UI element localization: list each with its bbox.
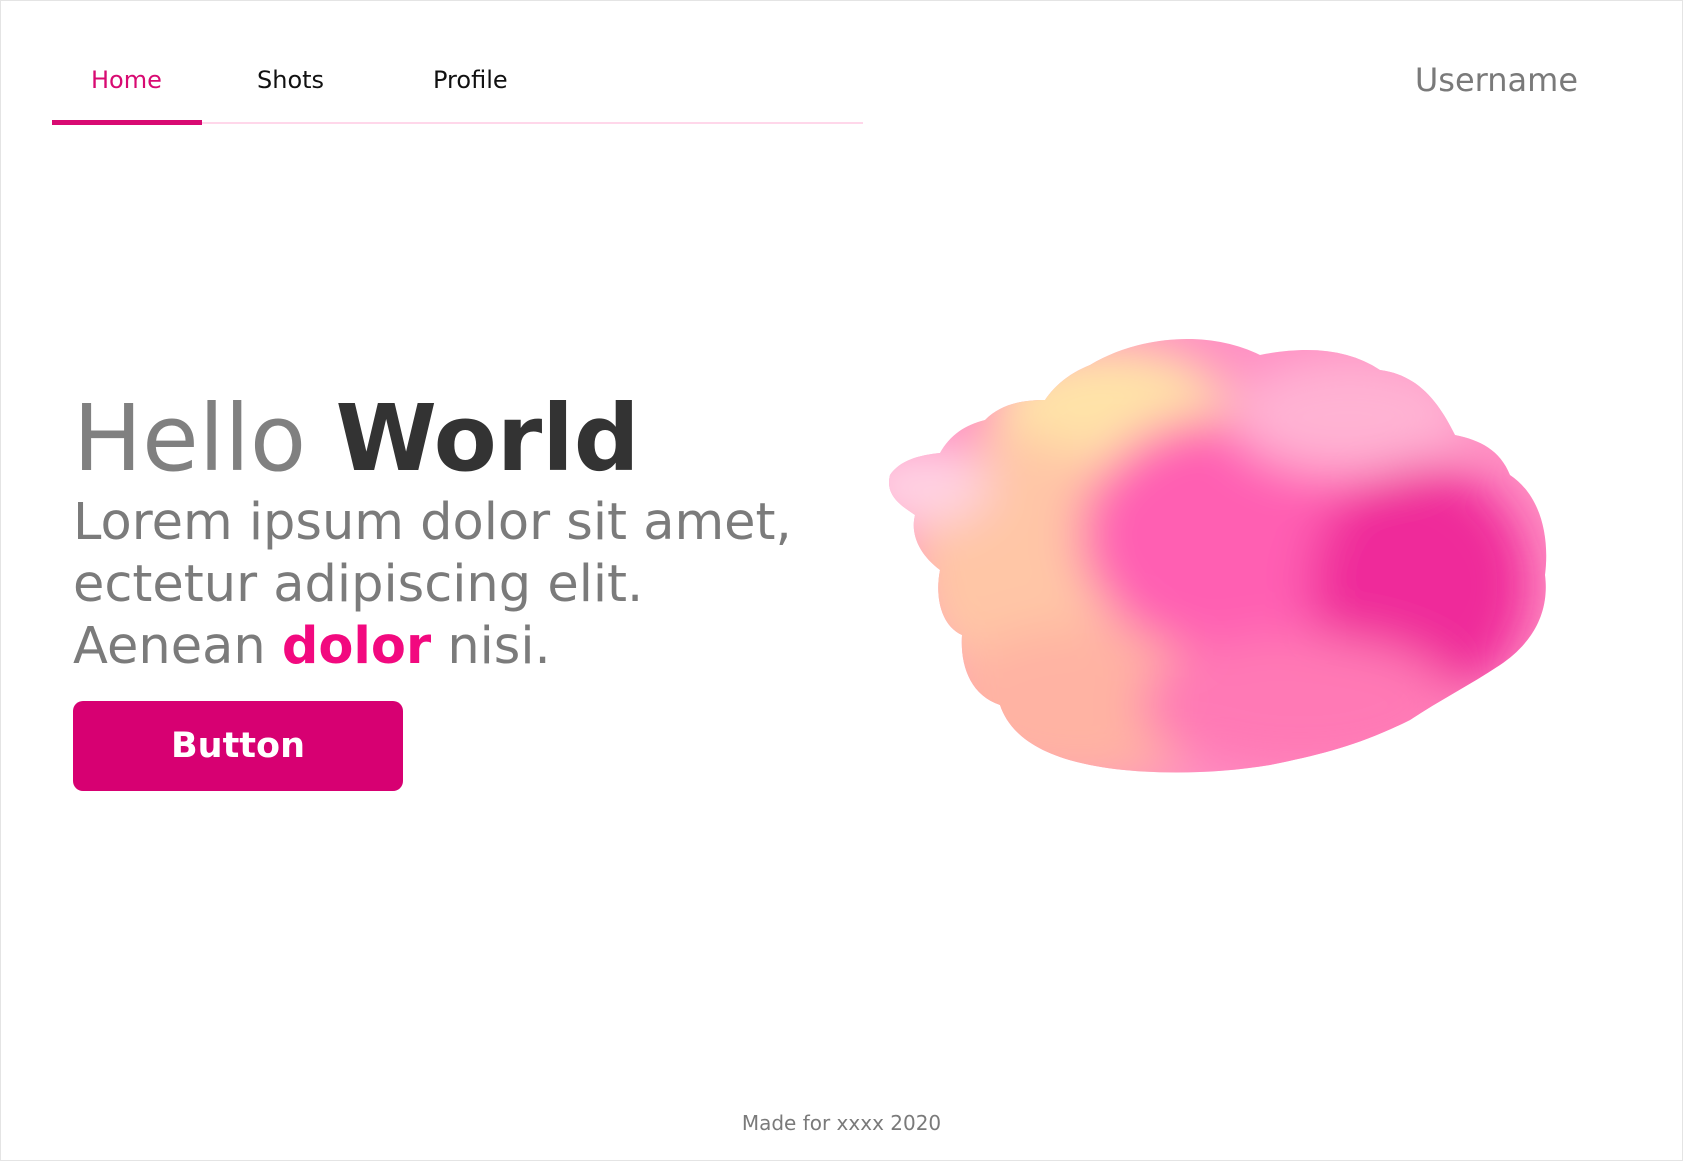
hero-line-3-start: Aenean — [73, 617, 266, 676]
watercolor-splash-image — [880, 325, 1610, 815]
hero-section: Hello World Lorem ipsum dolor sit amet, … — [73, 386, 873, 678]
nav-item-shots[interactable]: Shots — [257, 64, 324, 96]
nav-active-indicator — [52, 120, 202, 125]
hero-line-2: ectetur adipiscing elit. — [73, 555, 644, 614]
username-link[interactable]: Username — [1415, 60, 1578, 100]
hero-line-3-end: nisi. — [447, 617, 551, 676]
nav-item-profile[interactable]: Profile — [433, 64, 508, 96]
hero-title-bold: World — [335, 385, 640, 492]
primary-button[interactable]: Button — [73, 701, 403, 791]
hero-title-light: Hello — [73, 385, 307, 492]
hero-line-3: Aenean dolor nisi. — [73, 616, 873, 678]
footer-text: Made for xxxx 2020 — [741, 1111, 942, 1135]
hero-accent-word: dolor — [281, 617, 432, 676]
hero-line-1: Lorem ipsum dolor sit amet, — [73, 493, 792, 552]
top-navigation: Home Shots Profile — [52, 52, 863, 125]
watercolor-splash-graphic — [889, 338, 1547, 773]
nav-item-home[interactable]: Home — [91, 64, 162, 96]
hero-title: Hello World — [73, 386, 873, 492]
